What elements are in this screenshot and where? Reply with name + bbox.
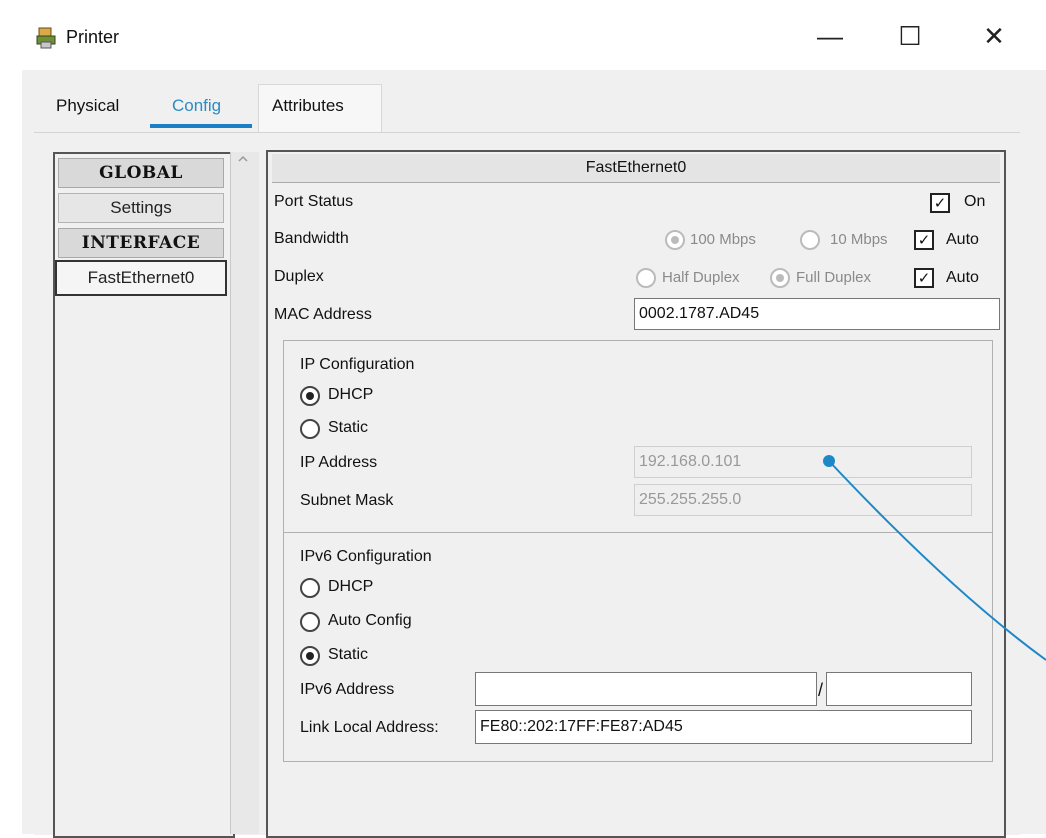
callout-pointer-line [828,460,1046,661]
callout-pointer-dot [823,455,835,467]
